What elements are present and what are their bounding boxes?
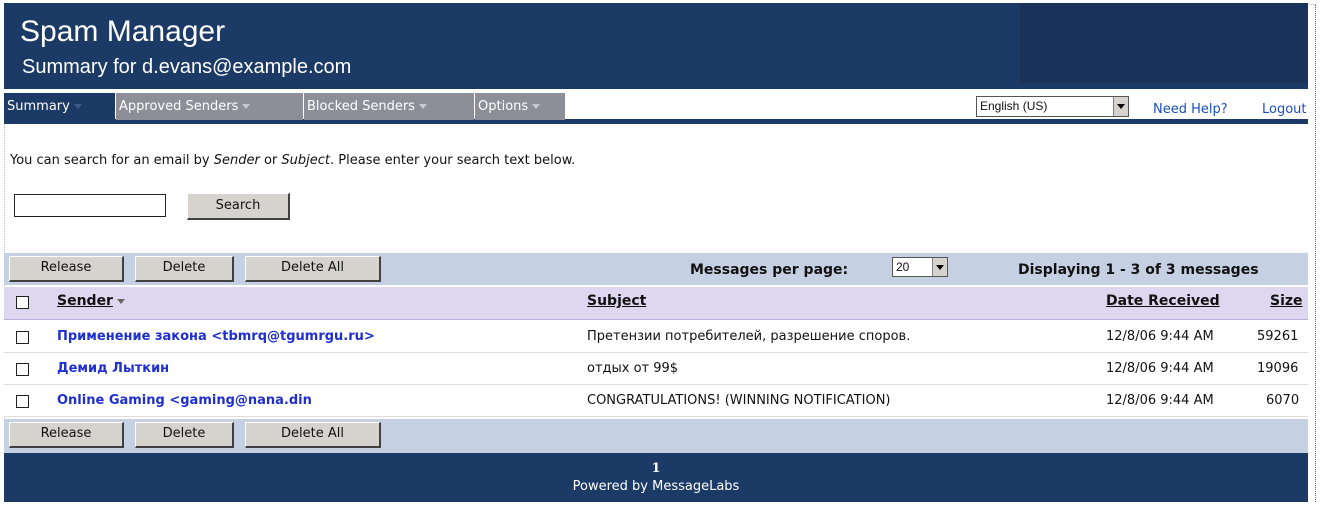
footer: 1 Powered by MessageLabs xyxy=(4,453,1308,502)
date-column-header[interactable]: Date Received xyxy=(1106,293,1220,309)
powered-by-text: Powered by MessageLabs xyxy=(572,479,740,494)
tab-options[interactable]: Options xyxy=(475,93,565,120)
dropdown-arrow-icon[interactable] xyxy=(1113,97,1128,116)
delete-all-button[interactable]: Delete All xyxy=(245,256,381,282)
search-instructions: You can search for an email by Sender or… xyxy=(10,153,575,168)
per-page-label: Messages per page: xyxy=(690,262,849,278)
instructions-subject: Subject xyxy=(281,153,331,168)
header-panel xyxy=(1020,3,1308,83)
table-row[interactable]: Демид Лыткин отдых от 99$ 12/8/06 9:44 A… xyxy=(4,353,1308,385)
row-checkbox[interactable] xyxy=(16,395,29,408)
size-cell: 59261 xyxy=(1257,329,1299,344)
logout-link[interactable]: Logout xyxy=(1262,102,1307,117)
per-page-select[interactable]: 20 xyxy=(892,257,948,277)
language-select[interactable]: English (US) xyxy=(976,96,1129,117)
page-number[interactable]: 1 xyxy=(4,461,1308,476)
size-cell: 19096 xyxy=(1257,361,1299,376)
delete-button[interactable]: Delete xyxy=(135,256,234,282)
sender-link[interactable]: Демид Лыткин xyxy=(57,361,169,376)
instructions-sender: Sender xyxy=(213,153,260,168)
sender-column-label: Sender xyxy=(57,293,113,309)
subject-cell: отдых от 99$ xyxy=(587,361,679,376)
app-title: Spam Manager xyxy=(20,15,226,48)
subject-cell: Претензии потребителей, разрешение споро… xyxy=(587,329,911,344)
tab-approved-senders[interactable]: Approved Senders xyxy=(116,93,303,120)
chevron-down-icon xyxy=(532,104,541,109)
size-cell: 6070 xyxy=(1266,393,1300,408)
dropdown-arrow-icon[interactable] xyxy=(932,258,947,276)
instructions-text: You can search for an email by xyxy=(10,153,214,168)
sender-column-header[interactable]: Sender xyxy=(57,293,125,309)
delete-all-button-bottom[interactable]: Delete All xyxy=(245,422,381,448)
subject-cell: CONGRATULATIONS! (WINNING NOTIFICATION) xyxy=(587,393,891,408)
tab-blocked-senders[interactable]: Blocked Senders xyxy=(304,93,474,120)
app-subtitle: Summary for d.evans@example.com xyxy=(22,56,352,78)
chevron-down-icon xyxy=(242,104,251,109)
sender-link[interactable]: Применение закона <tbmrq@tgumrgu.ru> xyxy=(57,329,375,344)
search-input[interactable] xyxy=(14,194,166,217)
displaying-count: Displaying 1 - 3 of 3 messages xyxy=(1018,262,1259,278)
date-cell: 12/8/06 9:44 AM xyxy=(1106,361,1214,376)
search-button[interactable]: Search xyxy=(187,193,290,220)
delete-button-bottom[interactable]: Delete xyxy=(135,422,234,448)
chevron-down-icon xyxy=(73,104,82,109)
date-cell: 12/8/06 9:44 AM xyxy=(1106,393,1214,408)
select-all-checkbox[interactable] xyxy=(16,296,29,309)
need-help-link[interactable]: Need Help? xyxy=(1153,102,1228,117)
table-row[interactable]: Применение закона <tbmrq@tgumrgu.ru> Пре… xyxy=(4,321,1308,353)
date-cell: 12/8/06 9:44 AM xyxy=(1106,329,1214,344)
tab-blocked-senders-label: Blocked Senders xyxy=(307,99,415,114)
instructions-or: or xyxy=(259,153,282,168)
tab-summary-label: Summary xyxy=(7,99,70,114)
app-header: Spam Manager Summary for d.evans@example… xyxy=(4,3,1308,89)
table-header: Sender Subject Date Received Size xyxy=(4,287,1308,320)
tab-approved-senders-label: Approved Senders xyxy=(119,99,239,114)
sort-down-icon xyxy=(116,298,125,304)
subject-column-header[interactable]: Subject xyxy=(587,293,646,309)
release-button[interactable]: Release xyxy=(9,256,124,282)
size-column-header[interactable]: Size xyxy=(1270,293,1303,309)
chevron-down-icon xyxy=(418,104,427,109)
sender-link[interactable]: Online Gaming <gaming@nana.din xyxy=(57,393,312,408)
release-button-bottom[interactable]: Release xyxy=(9,422,124,448)
row-checkbox[interactable] xyxy=(16,363,29,376)
instructions-suffix: . Please enter your search text below. xyxy=(330,153,576,168)
tab-options-label: Options xyxy=(478,99,529,114)
row-checkbox[interactable] xyxy=(16,331,29,344)
tab-summary[interactable]: Summary xyxy=(4,93,115,120)
table-row[interactable]: Online Gaming <gaming@nana.din CONGRATUL… xyxy=(4,385,1308,417)
language-select-value: English (US) xyxy=(980,99,1048,113)
per-page-value: 20 xyxy=(896,260,910,274)
